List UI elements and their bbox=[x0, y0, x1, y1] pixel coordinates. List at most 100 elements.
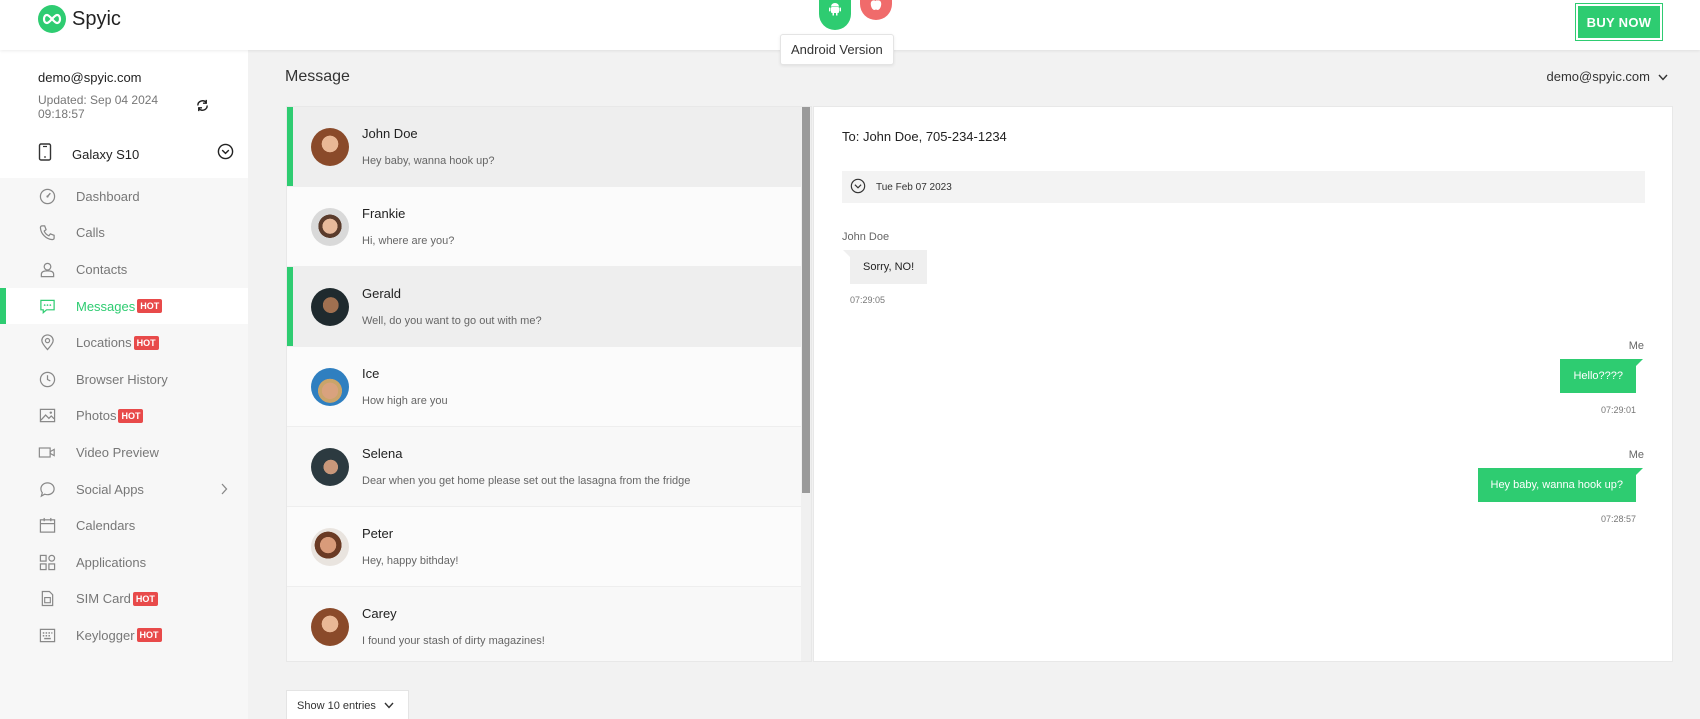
avatar bbox=[311, 527, 349, 566]
logo[interactable]: Spyic bbox=[38, 5, 121, 33]
sidebar-item-sim-card[interactable]: SIM Card HOT bbox=[0, 581, 248, 618]
conversation-item[interactable]: Selena Dear when you get home please set… bbox=[287, 427, 811, 507]
sidebar-item-social-apps[interactable]: Social Apps bbox=[0, 471, 248, 508]
conversation-item[interactable]: Peter Hey, happy bithday! bbox=[287, 507, 811, 587]
conversation-preview: Dear when you get home please set out th… bbox=[362, 475, 691, 487]
user-menu-email: demo@spyic.com bbox=[1546, 69, 1650, 84]
account-email: demo@spyic.com bbox=[38, 70, 142, 85]
last-updated-text: Updated: Sep 04 2024 09:18:57 bbox=[38, 93, 159, 121]
conversation-item[interactable]: Carey I found your stash of dirty magazi… bbox=[287, 587, 811, 661]
entries-per-page-select[interactable]: Show 10 entries bbox=[286, 690, 409, 719]
sidebar-item-photos[interactable]: Photos HOT bbox=[0, 398, 248, 435]
conversation-item[interactable]: Ice How high are you bbox=[287, 347, 811, 427]
account-panel: demo@spyic.com Updated: Sep 04 2024 09:1… bbox=[0, 50, 248, 178]
message-sender: Me bbox=[1628, 340, 1644, 352]
conversation-scrollbar[interactable] bbox=[801, 107, 811, 661]
calendar-icon bbox=[38, 517, 56, 535]
chevron-right-icon bbox=[220, 483, 228, 498]
phone-device-icon bbox=[38, 142, 52, 166]
scrollbar-thumb[interactable] bbox=[802, 107, 810, 493]
sidebar-item-calls[interactable]: Calls bbox=[0, 215, 248, 252]
user-menu[interactable]: demo@spyic.com bbox=[1546, 69, 1668, 84]
conversation-name: Peter bbox=[362, 526, 394, 541]
sidebar-item-messages[interactable]: Messages HOT bbox=[0, 287, 248, 325]
avatar bbox=[311, 127, 349, 166]
outgoing-message-bubble: Hey baby, wanna hook up? bbox=[1477, 468, 1643, 502]
contact-icon bbox=[38, 260, 56, 278]
sim-icon bbox=[38, 590, 56, 608]
apps-icon bbox=[38, 553, 56, 571]
sidebar-item-keylogger[interactable]: Keylogger HOT bbox=[0, 617, 248, 654]
sidebar-item-contacts[interactable]: Contacts bbox=[0, 251, 248, 288]
sidebar-item-label: Contacts bbox=[76, 261, 128, 277]
conversation-item[interactable]: Gerald Well, do you want to go out with … bbox=[287, 267, 811, 347]
buy-now-button[interactable]: BUY NOW bbox=[1575, 3, 1663, 41]
hot-badge: HOT bbox=[133, 335, 159, 350]
sidebar-item-label: Dashboard bbox=[76, 188, 140, 204]
incoming-message-bubble: Sorry, NO! bbox=[842, 250, 928, 284]
sidebar-item-label: Photos bbox=[76, 408, 117, 424]
sidebar-item-label: SIM Card bbox=[76, 591, 131, 607]
sidebar-item-calendars[interactable]: Calendars bbox=[0, 507, 248, 544]
sidebar-item-label: Applications bbox=[76, 554, 147, 570]
sidebar-item-applications[interactable]: Applications bbox=[0, 544, 248, 581]
chevron-down-icon bbox=[1658, 69, 1668, 84]
avatar bbox=[311, 207, 349, 246]
device-selector[interactable]: Galaxy S10 bbox=[38, 136, 234, 172]
location-icon bbox=[38, 334, 56, 352]
avatar bbox=[311, 447, 349, 486]
brand-name: Spyic bbox=[72, 7, 121, 30]
apple-icon bbox=[870, 0, 882, 16]
sidebar-item-label: Calls bbox=[76, 225, 105, 241]
date-label: Tue Feb 07 2023 bbox=[876, 181, 952, 193]
sidebar-item-locations[interactable]: Locations HOT bbox=[0, 324, 248, 361]
sidebar-item-label: Messages bbox=[76, 298, 136, 314]
chevron-down-circle-icon[interactable] bbox=[217, 143, 234, 165]
conversation-preview: Hey baby, wanna hook up? bbox=[362, 155, 495, 167]
video-icon bbox=[38, 443, 56, 461]
message-time: 07:29:01 bbox=[1600, 405, 1636, 415]
conversation-name: Carey bbox=[362, 606, 397, 621]
sidebar: demo@spyic.com Updated: Sep 04 2024 09:1… bbox=[0, 50, 248, 719]
date-separator[interactable]: Tue Feb 07 2023 bbox=[842, 171, 1645, 203]
image-icon bbox=[38, 407, 56, 425]
conversation-name: John Doe bbox=[362, 126, 418, 141]
sidebar-nav: Dashboard Calls Contacts Messages HOT Lo… bbox=[0, 178, 248, 654]
keyboard-icon bbox=[38, 626, 56, 644]
entries-label: Show 10 entries bbox=[297, 700, 376, 712]
avatar bbox=[311, 607, 349, 646]
ios-version-button[interactable] bbox=[860, 0, 892, 20]
chevron-down-icon bbox=[384, 700, 394, 712]
refresh-icon[interactable] bbox=[195, 98, 210, 116]
conversation-item[interactable]: John Doe Hey baby, wanna hook up? bbox=[287, 107, 811, 187]
sidebar-item-browser-history[interactable]: Browser History bbox=[0, 361, 248, 398]
hot-badge: HOT bbox=[136, 628, 162, 643]
page-title: Message bbox=[285, 68, 350, 85]
conversation-name: Frankie bbox=[362, 206, 406, 221]
device-name: Galaxy S10 bbox=[72, 146, 140, 162]
message-sender: John Doe bbox=[842, 231, 890, 243]
conversation-item[interactable]: Frankie Hi, where are you? bbox=[287, 187, 811, 267]
conversation-preview: Hi, where are you? bbox=[362, 235, 455, 247]
conversation-list: John Doe Hey baby, wanna hook up? Franki… bbox=[286, 106, 812, 662]
message-icon bbox=[38, 297, 56, 315]
sidebar-item-dashboard[interactable]: Dashboard bbox=[0, 178, 248, 215]
conversation-preview: Well, do you want to go out with me? bbox=[362, 315, 542, 327]
sidebar-item-label: Browser History bbox=[76, 371, 168, 387]
sidebar-item-label: Keylogger bbox=[76, 627, 135, 643]
dashboard-icon bbox=[38, 187, 56, 205]
conversation-name: Ice bbox=[362, 366, 380, 381]
sidebar-item-label: Video Preview bbox=[76, 444, 159, 460]
hot-badge: HOT bbox=[118, 408, 144, 423]
sidebar-item-video-preview[interactable]: Video Preview bbox=[0, 434, 248, 471]
sidebar-item-label: Calendars bbox=[76, 518, 136, 534]
hot-badge: HOT bbox=[137, 299, 163, 314]
conversation-preview: Hey, happy bithday! bbox=[362, 555, 459, 567]
clock-icon bbox=[38, 370, 56, 388]
last-updated: Updated: Sep 04 2024 09:18:57 bbox=[38, 93, 210, 121]
android-version-tooltip: Android Version bbox=[780, 34, 894, 65]
android-version-button[interactable] bbox=[819, 0, 851, 30]
chat-bubble-icon bbox=[38, 480, 56, 498]
avatar bbox=[311, 287, 349, 326]
chevron-down-circle-icon[interactable] bbox=[850, 178, 866, 197]
